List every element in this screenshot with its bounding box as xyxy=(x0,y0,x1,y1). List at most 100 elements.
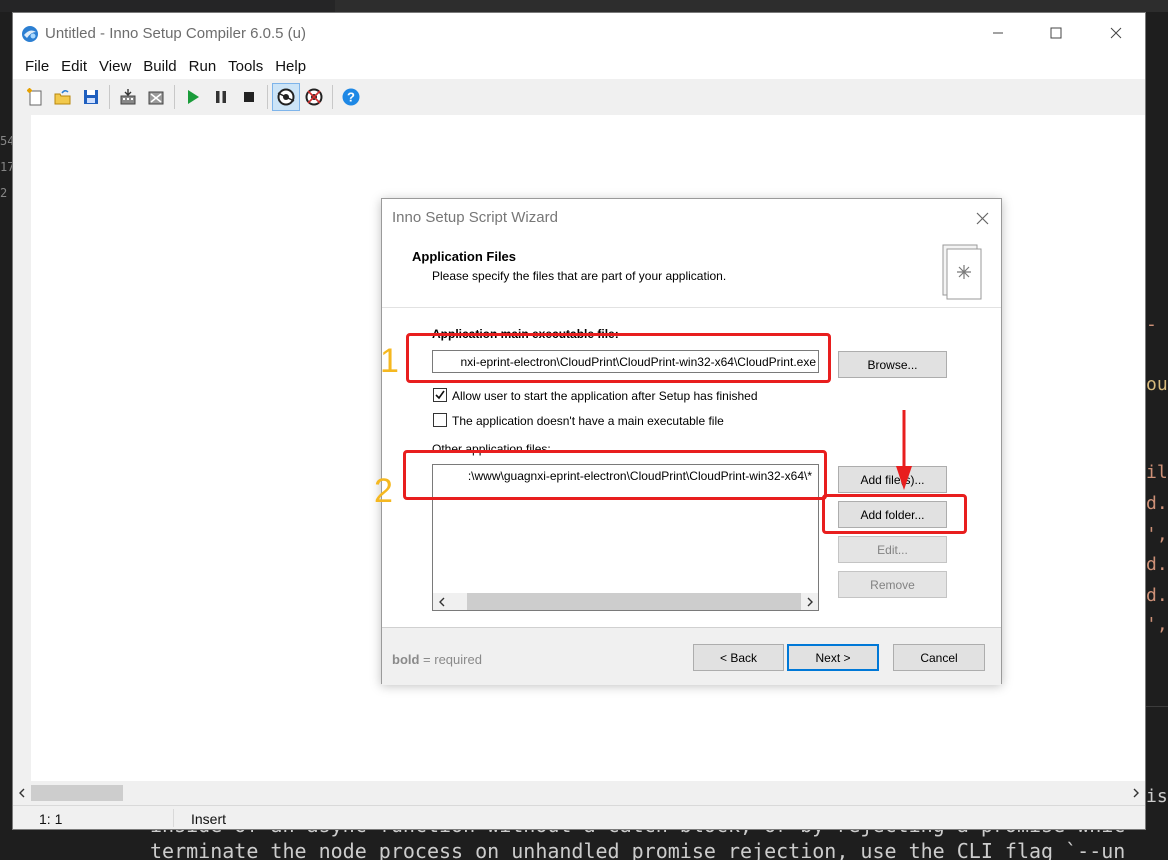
target-button[interactable] xyxy=(272,83,300,111)
status-bar: 1: 1 Insert xyxy=(13,805,1145,829)
chevron-left-icon xyxy=(438,597,444,606)
code-fragment: ile xyxy=(1146,462,1168,483)
chevron-right-icon xyxy=(807,597,813,606)
scroll-left-arrow[interactable] xyxy=(13,781,31,805)
editor-horizontal-scrollbar[interactable] xyxy=(13,781,1145,805)
menu-view[interactable]: View xyxy=(93,58,137,75)
back-button[interactable]: < Back xyxy=(693,644,784,671)
other-files-label: Other application files: xyxy=(432,442,551,456)
annotation-number-2: 2 xyxy=(374,472,393,510)
stop-compile-icon xyxy=(148,91,164,105)
scroll-thumb[interactable] xyxy=(31,785,123,801)
code-fragment: - xyxy=(1146,314,1157,335)
menu-edit[interactable]: Edit xyxy=(55,58,93,75)
annotation-number-1: 1 xyxy=(380,342,399,380)
code-fragment: d.j xyxy=(1146,585,1168,606)
help-icon: ? xyxy=(342,88,360,106)
insert-mode-indicator: Insert xyxy=(191,811,227,827)
code-fragment: ', xyxy=(1146,524,1168,545)
minimize-button[interactable] xyxy=(975,13,1021,53)
background-tab-bar xyxy=(0,0,1168,12)
terminal-line: terminate the node process on unhandled … xyxy=(150,839,1126,860)
close-window-button[interactable] xyxy=(1093,13,1139,53)
uninstall-button[interactable] xyxy=(300,83,328,111)
help-button[interactable]: ? xyxy=(337,83,365,111)
scroll-right-arrow[interactable] xyxy=(1127,781,1145,805)
menu-build[interactable]: Build xyxy=(137,58,182,75)
stop-button[interactable] xyxy=(235,83,263,111)
compile-icon xyxy=(120,89,136,105)
window-title: Untitled - Inno Setup Compiler 6.0.5 (u) xyxy=(45,25,306,42)
wizard-title: Inno Setup Script Wizard xyxy=(392,209,558,226)
allow-start-checkbox[interactable] xyxy=(433,388,447,402)
wizard-title-bar: Inno Setup Script Wizard xyxy=(382,199,1001,237)
pause-icon xyxy=(216,91,226,103)
open-button[interactable] xyxy=(49,83,77,111)
chevron-right-icon xyxy=(1133,788,1139,798)
save-icon xyxy=(84,90,98,104)
cancel-button[interactable]: Cancel xyxy=(893,644,985,671)
menu-tools[interactable]: Tools xyxy=(222,58,269,75)
list-scroll-thumb[interactable] xyxy=(467,593,801,610)
list-item[interactable]: :\www\guagnxi-eprint-electron\CloudPrint… xyxy=(433,465,818,487)
edit-button[interactable]: Edit... xyxy=(838,536,947,563)
run-icon xyxy=(188,90,199,104)
checkmark-icon xyxy=(435,390,445,400)
code-fragment: d.j xyxy=(1146,493,1168,514)
list-scroll-left[interactable] xyxy=(433,593,450,610)
next-button[interactable]: Next > xyxy=(787,644,879,671)
open-file-icon xyxy=(54,89,71,105)
list-scroll-right[interactable] xyxy=(801,593,818,610)
save-button[interactable] xyxy=(77,83,105,111)
toolbar: ? xyxy=(13,79,1145,115)
wizard-close-button[interactable] xyxy=(973,209,991,227)
minimize-icon xyxy=(993,32,1003,34)
wizard-header: Application Files Please specify the fil… xyxy=(382,237,1001,307)
code-fragment: d.j xyxy=(1146,554,1168,575)
stop-icon xyxy=(244,92,254,102)
menu-help[interactable]: Help xyxy=(269,58,312,75)
main-exe-value: nxi-eprint-electron\CloudPrint\CloudPrin… xyxy=(460,354,817,369)
main-exe-input[interactable]: nxi-eprint-electron\CloudPrint\CloudPrin… xyxy=(432,350,819,373)
close-icon xyxy=(1110,27,1122,39)
code-fragment: out xyxy=(1146,374,1168,395)
add-files-button[interactable]: Add file(s)... xyxy=(838,466,947,493)
stop-compile-button[interactable] xyxy=(142,83,170,111)
menu-file[interactable]: File xyxy=(19,58,55,75)
inno-setup-app-icon xyxy=(22,26,38,42)
title-bar: Untitled - Inno Setup Compiler 6.0.5 (u) xyxy=(13,13,1145,53)
main-exe-label: Application main executable file: xyxy=(432,327,619,341)
new-file-icon xyxy=(27,88,42,106)
target-icon xyxy=(277,88,295,106)
annotation-arrow-down xyxy=(896,410,912,490)
no-main-exe-checkbox[interactable] xyxy=(433,413,447,427)
browse-button[interactable]: Browse... xyxy=(838,351,947,378)
chevron-left-icon xyxy=(19,788,25,798)
allow-start-label: Allow user to start the application afte… xyxy=(452,389,758,403)
editor-margin xyxy=(13,115,31,781)
compile-button[interactable] xyxy=(114,83,142,111)
no-main-exe-label: The application doesn't have a main exec… xyxy=(452,414,724,428)
new-button[interactable] xyxy=(21,83,49,111)
documents-icon xyxy=(942,244,982,300)
add-folder-button[interactable]: Add folder... xyxy=(838,501,947,528)
maximize-icon xyxy=(1050,27,1062,39)
run-button[interactable] xyxy=(179,83,207,111)
wizard-footer: bold = required < Back Next > Cancel xyxy=(382,627,1001,685)
code-fragment: ', xyxy=(1146,614,1168,635)
required-legend: bold = required xyxy=(392,652,482,667)
menu-run[interactable]: Run xyxy=(183,58,223,75)
code-fragment: is xyxy=(1146,786,1168,807)
uninstall-icon xyxy=(305,88,323,106)
remove-button[interactable]: Remove xyxy=(838,571,947,598)
maximize-button[interactable] xyxy=(1033,13,1079,53)
other-files-list[interactable]: :\www\guagnxi-eprint-electron\CloudPrint… xyxy=(432,464,819,611)
page-title: Application Files xyxy=(412,249,517,264)
menu-bar: File Edit View Build Run Tools Help xyxy=(13,53,1145,79)
svg-text:?: ? xyxy=(347,90,355,105)
list-horizontal-scrollbar[interactable] xyxy=(433,593,818,610)
close-icon xyxy=(976,212,988,224)
cursor-position: 1: 1 xyxy=(39,811,63,827)
page-subtitle: Please specify the files that are part o… xyxy=(432,269,727,283)
pause-button[interactable] xyxy=(207,83,235,111)
